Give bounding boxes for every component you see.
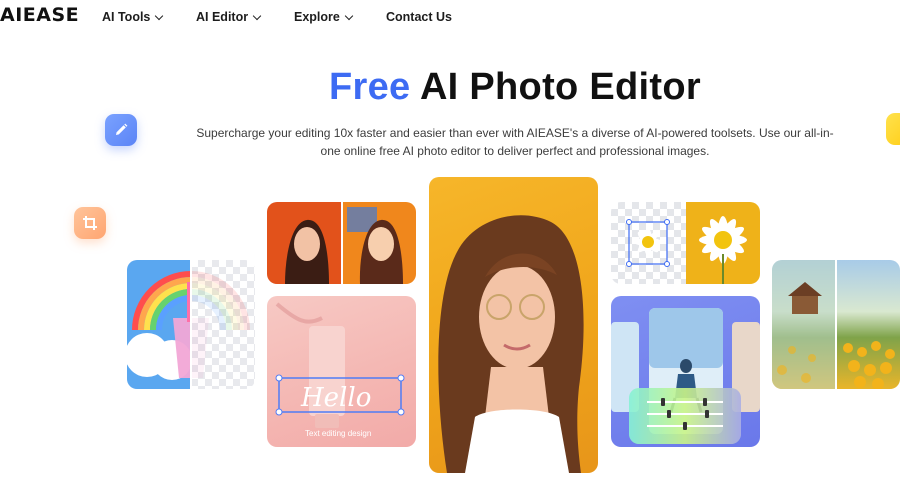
image-enhance-card bbox=[772, 260, 900, 389]
main-portrait-card bbox=[429, 177, 598, 473]
top-navigation: AIEASE AI Tools AI Editor Explore Contac… bbox=[0, 0, 900, 36]
text-editing-caption: Text editing design bbox=[305, 429, 372, 438]
crop-icon bbox=[74, 207, 106, 239]
portrait-to-painting-card bbox=[267, 202, 416, 284]
nav-ai-tools-label: AI Tools bbox=[102, 10, 151, 24]
color-adjust-card bbox=[611, 296, 760, 447]
cosmetic-tube-image: Hello bbox=[275, 302, 405, 428]
object-cutout-card bbox=[611, 202, 760, 284]
woman-portrait-image bbox=[438, 215, 584, 473]
nav-explore-label: Explore bbox=[294, 10, 340, 24]
skier-image bbox=[611, 308, 760, 444]
yellow-tool-icon bbox=[886, 113, 900, 145]
page-title: Free AI Photo Editor bbox=[0, 66, 900, 109]
pencil-icon bbox=[105, 114, 137, 146]
nav-contact-us-label: Contact Us bbox=[386, 10, 452, 24]
title-highlight: Free bbox=[329, 66, 411, 108]
compare-divider bbox=[341, 202, 343, 284]
chevron-down-icon bbox=[344, 11, 354, 20]
hero-subtitle: Supercharge your editing 10x faster and … bbox=[196, 126, 834, 158]
transparent-background bbox=[191, 260, 255, 389]
nav-ai-editor-label: AI Editor bbox=[196, 10, 249, 24]
chevron-down-icon bbox=[252, 11, 262, 20]
chevron-down-icon bbox=[155, 11, 164, 20]
text-editing-card: Hello Text editing design bbox=[267, 296, 416, 447]
background-removal-card bbox=[127, 260, 255, 389]
hello-script: Hello bbox=[300, 383, 371, 413]
nav-ai-tools[interactable]: AI Tools bbox=[102, 10, 164, 24]
nav-ai-editor[interactable]: AI Editor bbox=[196, 10, 262, 24]
title-rest: AI Photo Editor bbox=[419, 66, 701, 108]
compare-divider bbox=[835, 260, 837, 389]
compare-divider bbox=[190, 260, 192, 389]
daisy-image bbox=[626, 216, 747, 284]
aiease-logo[interactable]: AIEASE bbox=[0, 4, 79, 26]
nav-contact-us[interactable]: Contact Us bbox=[386, 10, 452, 24]
nav-explore[interactable]: Explore bbox=[294, 10, 354, 24]
